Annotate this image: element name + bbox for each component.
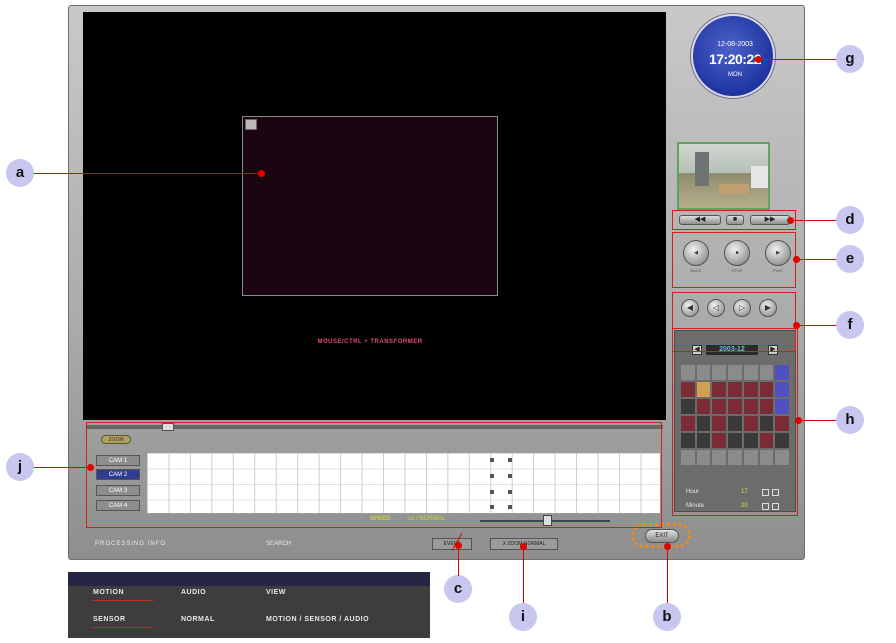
callout-j-dot xyxy=(87,464,94,471)
legend-audio: AUDIO xyxy=(181,589,207,596)
callout-a: a xyxy=(6,159,34,187)
callout-b: b xyxy=(653,603,681,631)
callout-h-box xyxy=(672,328,798,516)
status-text: PROCESSING INFO xyxy=(95,541,167,547)
callout-c-dot xyxy=(455,542,462,549)
callout-j: j xyxy=(6,453,34,481)
callout-a-dot xyxy=(258,170,265,177)
callout-e: e xyxy=(836,245,864,273)
callout-f: f xyxy=(836,311,864,339)
status-search: SEARCH xyxy=(266,541,292,547)
callout-e-dot xyxy=(793,256,800,263)
callout-i-dot xyxy=(520,543,527,550)
callout-f-line xyxy=(796,325,836,326)
thumbnail-desk xyxy=(719,184,749,194)
callout-c: c xyxy=(444,575,472,603)
callout-j-line xyxy=(34,467,90,468)
legend-motion: MOTION xyxy=(93,589,124,596)
callout-i: i xyxy=(509,603,537,631)
exit-button[interactable]: EXIT xyxy=(645,529,679,543)
callout-d-box xyxy=(672,210,796,230)
callout-g-dot xyxy=(755,56,762,63)
legend-header xyxy=(68,572,430,586)
pip-caption: MOUSE/CTRL + TRANSFORMER xyxy=(317,339,423,345)
camera-thumbnail[interactable] xyxy=(677,142,770,210)
callout-f-dot xyxy=(793,322,800,329)
callout-b-line xyxy=(667,546,668,603)
thumbnail-cabinet xyxy=(751,166,768,188)
callout-h-dot xyxy=(795,417,802,424)
callout-c-vline xyxy=(458,546,459,576)
callout-d-line xyxy=(790,220,836,221)
pip-close-icon[interactable] xyxy=(245,119,257,130)
legend-combined: MOTION / SENSOR / AUDIO xyxy=(266,616,370,623)
callout-e-box xyxy=(672,232,796,288)
legend-view: VIEW xyxy=(266,589,286,596)
pip-window[interactable] xyxy=(242,116,498,296)
callout-h: h xyxy=(836,406,864,434)
callout-a-line xyxy=(34,173,262,174)
legend-sensor: SENSOR xyxy=(93,616,126,623)
callout-j-box xyxy=(86,422,662,528)
callout-g: g xyxy=(836,45,864,73)
clock-date: 12-08-2003 xyxy=(717,41,753,48)
clock-display: 12-08-2003 17:20:22 MON xyxy=(691,14,775,98)
legend-motion-line xyxy=(93,600,153,601)
callout-d: d xyxy=(836,206,864,234)
callout-b-dot xyxy=(664,543,671,550)
legend-normal: NORMAL xyxy=(181,616,215,623)
clock-day: MON xyxy=(728,72,742,78)
callout-e-line xyxy=(796,259,836,260)
callout-d-dot xyxy=(787,217,794,224)
callout-g-line xyxy=(758,59,836,60)
callout-i-line xyxy=(523,546,524,603)
legend-sensor-line xyxy=(93,627,153,628)
thumbnail-door xyxy=(695,152,709,186)
callout-h-line xyxy=(798,420,836,421)
